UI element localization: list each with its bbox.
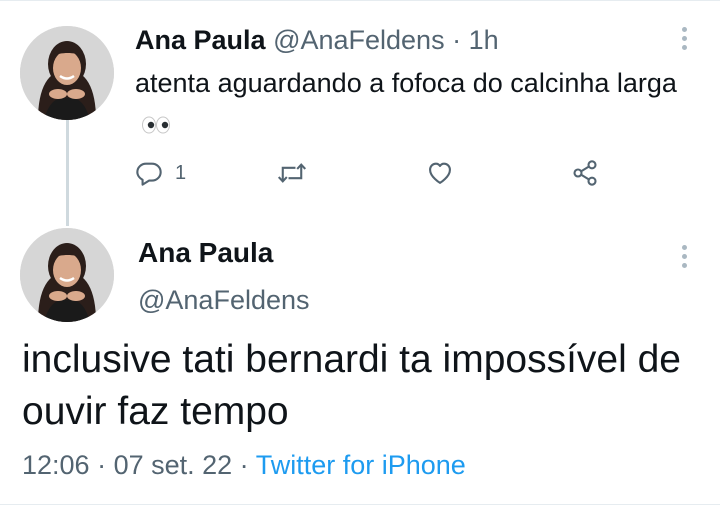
top-divider xyxy=(0,0,720,1)
avatar-image xyxy=(20,26,114,120)
meta-separator: · xyxy=(89,450,114,480)
tweet-actions-bar: 1 xyxy=(135,156,615,190)
reply-count: 1 xyxy=(175,161,187,184)
meta-separator: · xyxy=(232,450,256,480)
avatar[interactable] xyxy=(20,26,114,120)
thread-connector-line xyxy=(66,120,69,226)
reply-button[interactable]: 1 xyxy=(135,156,186,190)
main-tweet-text: inclusive tati bernardi ta impossível de… xyxy=(22,338,681,433)
tweet-time[interactable]: 1h xyxy=(469,25,499,55)
more-options-icon[interactable] xyxy=(682,27,688,54)
author-handle[interactable]: @AnaFeldens xyxy=(273,25,445,55)
reply-icon xyxy=(135,159,163,187)
author-name[interactable]: Ana Paula xyxy=(135,25,266,55)
main-author-name[interactable]: Ana Paula xyxy=(138,236,273,270)
avatar[interactable] xyxy=(20,228,114,322)
more-options-icon[interactable] xyxy=(682,245,688,272)
header-separator: · xyxy=(444,25,469,55)
tweet-date[interactable]: 07 set. 22 xyxy=(114,450,233,480)
reply-text-content: atenta aguardando a fofoca do calcinha l… xyxy=(135,68,677,98)
main-author-handle[interactable]: @AnaFeldens xyxy=(138,283,310,317)
like-button[interactable] xyxy=(426,156,454,190)
tweet-metadata: 12:06 · 07 set. 22 · Twitter for iPhone xyxy=(22,448,466,482)
retweet-icon xyxy=(277,159,307,187)
reply-tweet-text: atenta aguardando a fofoca do calcinha l… xyxy=(135,62,695,146)
avatar-image xyxy=(20,228,114,322)
eyes-emoji-icon xyxy=(141,104,171,146)
tweet-time[interactable]: 12:06 xyxy=(22,450,90,480)
share-button[interactable] xyxy=(571,156,599,190)
tweet-source-link[interactable]: Twitter for iPhone xyxy=(256,450,466,480)
reply-tweet-header: Ana Paula @AnaFeldens · 1h xyxy=(135,24,499,56)
heart-icon xyxy=(426,159,454,187)
share-icon xyxy=(571,159,599,187)
retweet-button[interactable] xyxy=(277,156,307,190)
bottom-divider xyxy=(0,504,720,505)
